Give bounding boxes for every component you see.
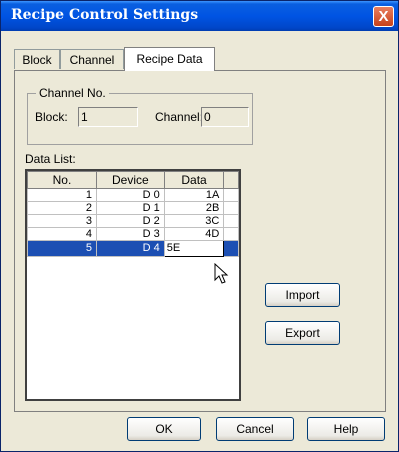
cell-device: D 1 [95,201,165,215]
ok-button-label: OK [155,422,173,436]
cell-device: D 4 [95,240,165,257]
cell-spacer [223,227,239,241]
column-header-device[interactable]: Device [95,171,165,189]
cell-no: 5 [27,240,97,257]
data-table: No. Device Data 1 D 0 1A 2 D 1 2B 3 D 2 … [27,171,239,257]
window-title: Recipe Control Settings [11,7,199,23]
import-button-label: Import [285,288,320,302]
data-list-label: Data List: [25,152,76,166]
channel-field: 0 [201,107,249,127]
table-row[interactable]: 2 D 1 2B [27,201,239,215]
cell-spacer [223,188,239,202]
tab-panel-recipe-data: Channel No. Block: 1 Channel: 0 Data Lis… [14,70,386,412]
cell-no: 1 [27,188,97,202]
cell-device: D 3 [95,227,165,241]
title-bar[interactable]: Recipe Control Settings X [1,1,398,31]
channel-no-group: Channel No. Block: 1 Channel: 0 [27,86,253,145]
ok-button[interactable]: OK [127,417,201,441]
tab-recipe-data[interactable]: Recipe Data [124,47,215,71]
close-button[interactable]: X [373,6,394,27]
table-row[interactable]: 1 D 0 1A [27,188,239,202]
help-button[interactable]: Help [307,417,385,441]
column-header-no[interactable]: No. [27,171,97,189]
mouse-pointer-icon [214,263,229,284]
cell-device: D 2 [95,214,165,228]
export-button-label: Export [285,326,320,340]
channel-no-group-title: Channel No. [36,86,109,100]
help-button-label: Help [333,422,359,436]
table-row[interactable]: 3 D 2 3C [27,214,239,228]
export-button[interactable]: Export [265,321,340,345]
cell-data[interactable]: 2B [163,201,225,215]
data-list-grid[interactable]: No. Device Data 1 D 0 1A 2 D 1 2B 3 D 2 … [25,169,241,401]
table-row[interactable]: 4 D 3 4D [27,227,239,241]
cell-spacer [223,214,239,228]
tab-block[interactable]: Block [14,49,60,69]
block-label: Block: [35,110,68,124]
cell-device: D 0 [95,188,165,202]
table-header-row: No. Device Data [27,171,239,189]
cell-data[interactable]: 3C [163,214,225,228]
cell-data[interactable]: 4D [163,227,225,241]
cell-no: 3 [27,214,97,228]
cancel-button-label: Cancel [236,422,274,436]
cell-spacer [223,240,239,257]
cell-data[interactable]: 1A [163,188,225,202]
block-field: 1 [78,107,138,127]
dialog-window: Recipe Control Settings X Block Channel … [0,0,399,452]
import-button[interactable]: Import [265,283,340,307]
cell-spacer [223,201,239,215]
table-row-selected[interactable]: 5 D 4 5E [27,240,239,257]
tab-channel[interactable]: Channel [60,49,124,69]
channel-label: Channel: [155,110,204,124]
cell-no: 2 [27,201,97,215]
cell-data-edit-input[interactable]: 5E [163,240,225,257]
column-header-data[interactable]: Data [163,171,225,189]
cancel-button[interactable]: Cancel [216,417,294,441]
column-header-spacer [223,171,239,189]
close-icon: X [378,8,389,25]
cell-no: 4 [27,227,97,241]
